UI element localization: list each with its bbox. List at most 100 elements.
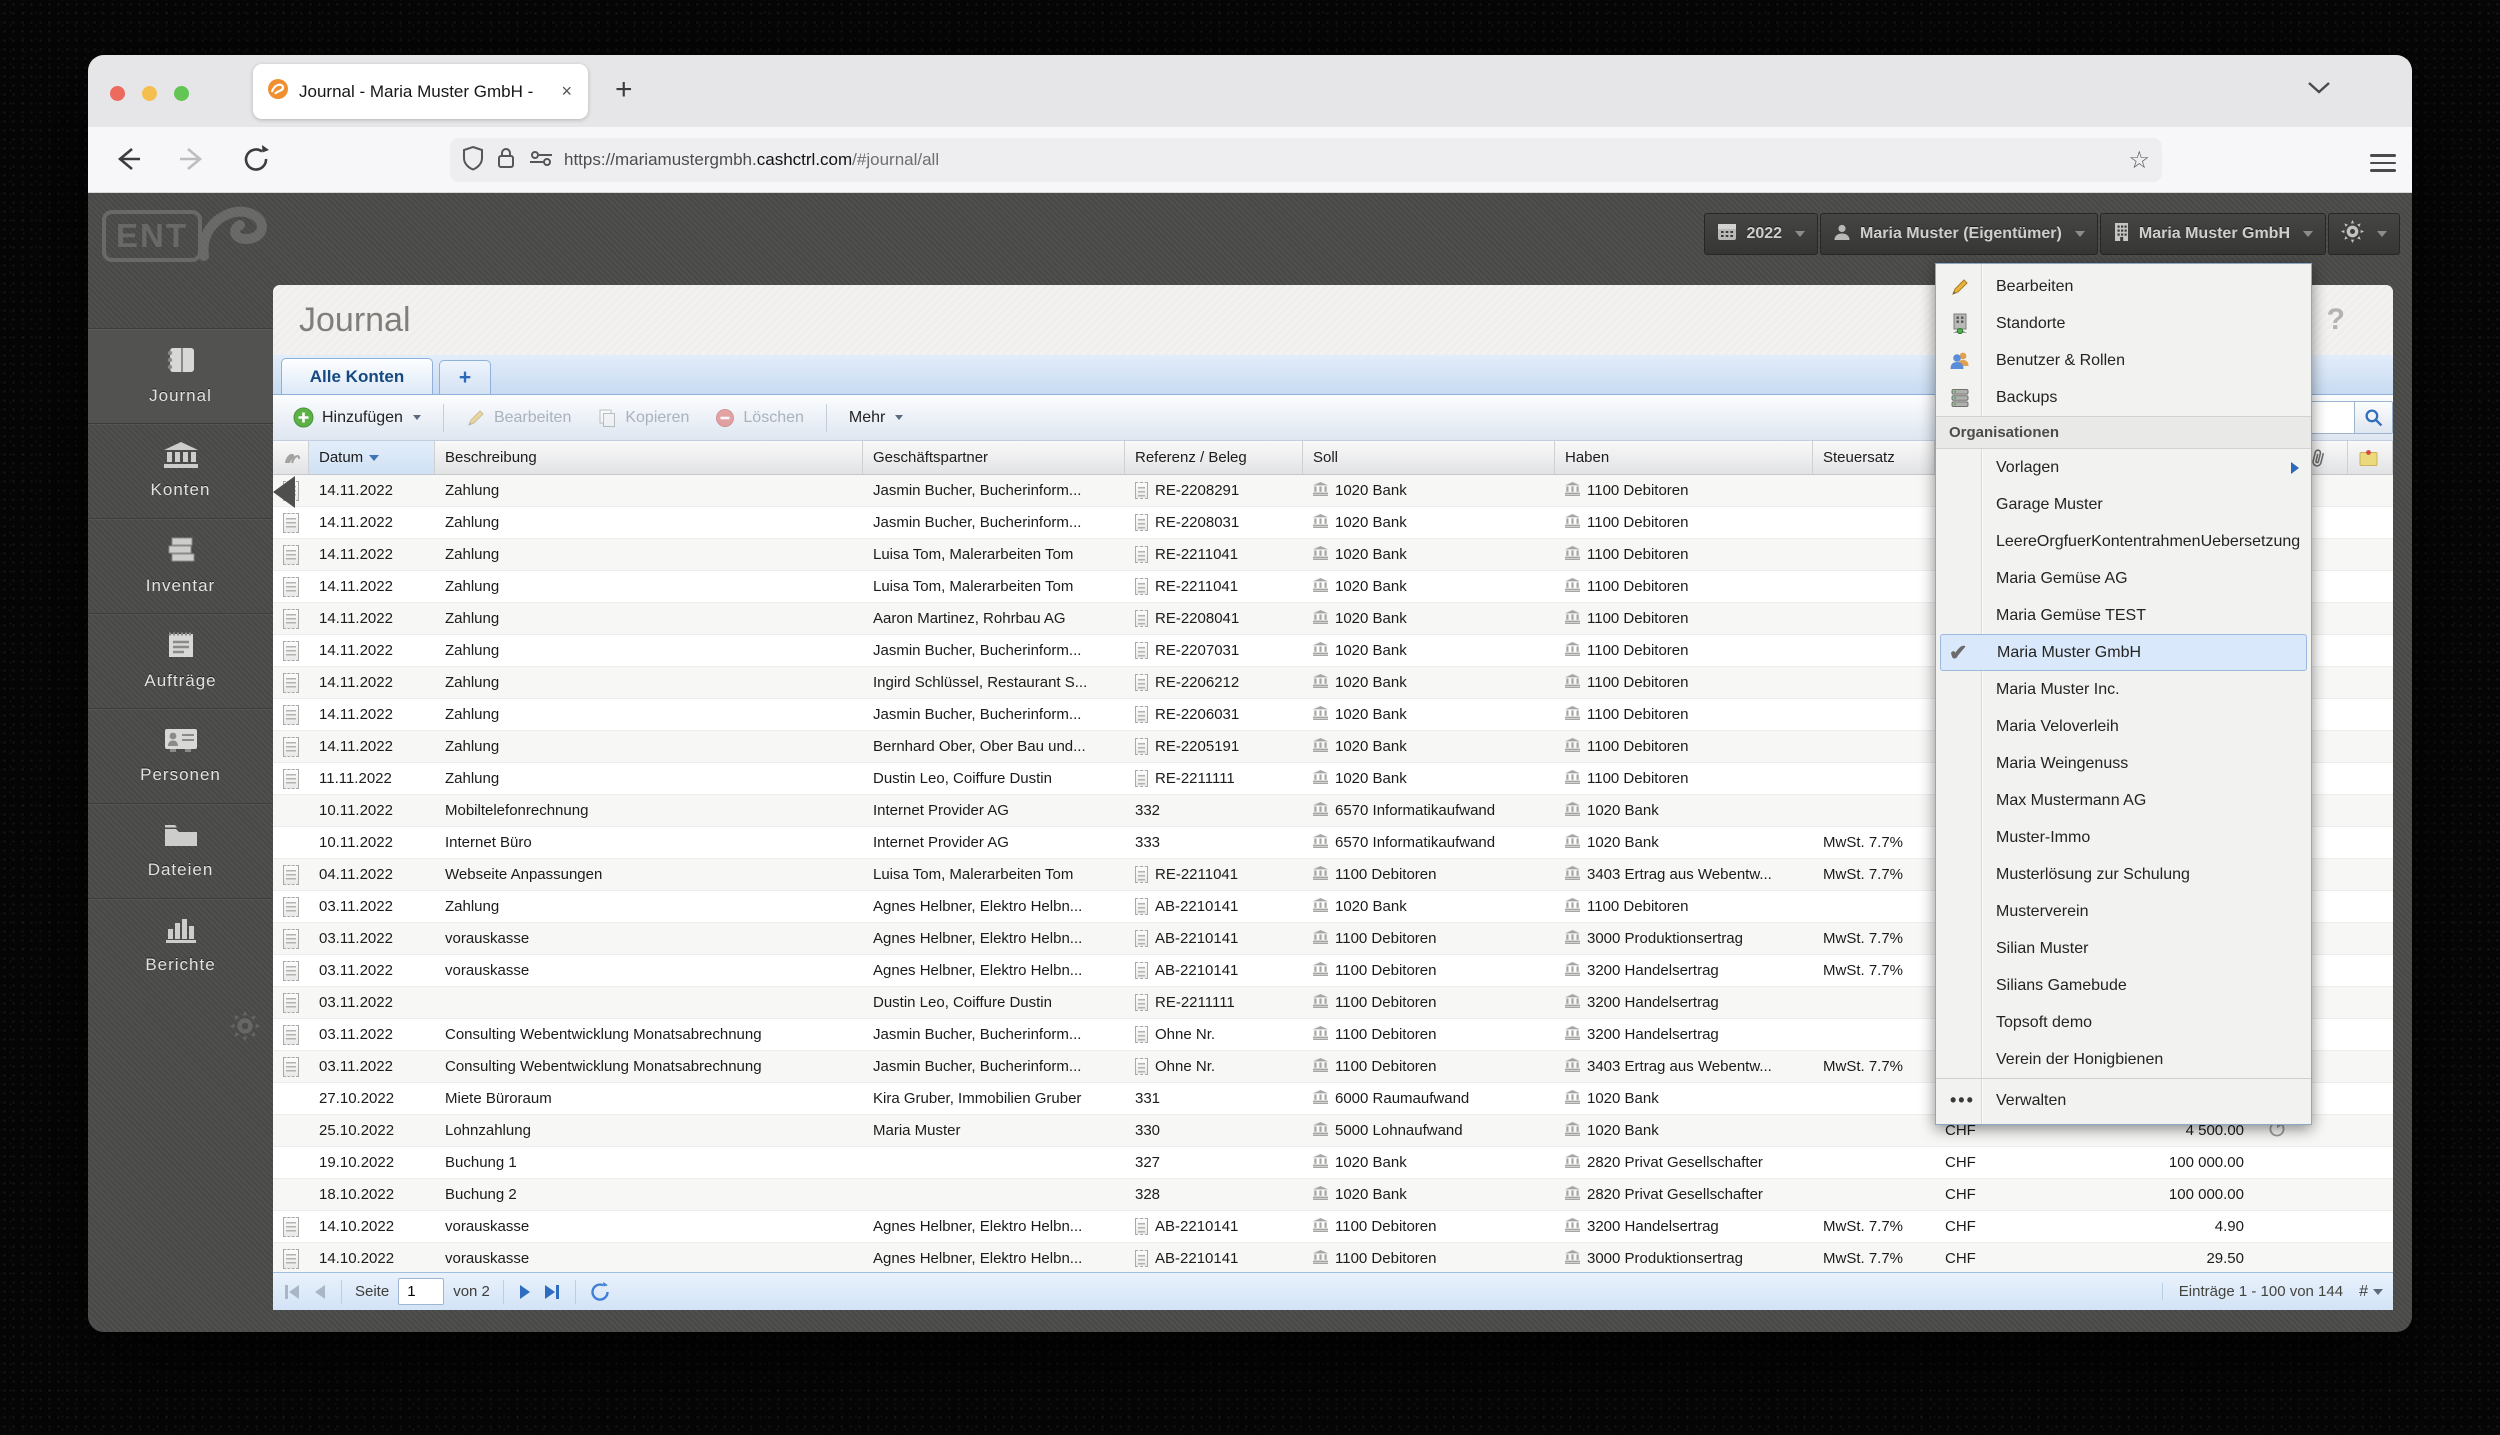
window-zoom-button[interactable]	[174, 86, 189, 101]
menu-item-org-musterl-sung-zur-schulung[interactable]: Musterlösung zur Schulung	[1936, 856, 2311, 893]
date-column-header[interactable]: Datum	[309, 441, 435, 474]
window-minimize-button[interactable]	[142, 86, 157, 101]
search-button[interactable]	[2355, 401, 2393, 434]
entries-per-page-button[interactable]: #	[2359, 1283, 2383, 1301]
debit-column-header[interactable]: Soll	[1303, 441, 1555, 474]
chevron-down-icon	[412, 415, 421, 420]
menu-item-org-max-mustermann-ag[interactable]: Max Mustermann AG	[1936, 782, 2311, 819]
sidebar-settings-gear-icon[interactable]	[230, 1011, 260, 1046]
back-icon[interactable]	[112, 143, 144, 180]
currency-cell: CHF	[1945, 1186, 1976, 1203]
last-page-icon[interactable]	[542, 1283, 562, 1301]
sidebar-item-berichte[interactable]: Berichte	[88, 898, 273, 993]
settings-button[interactable]	[2328, 213, 2400, 255]
permissions-icon[interactable]	[528, 149, 554, 172]
menu-item-org-maria-weingenuss[interactable]: Maria Weingenuss	[1936, 745, 2311, 782]
menu-item-standorte[interactable]: Standorte	[1936, 305, 2311, 342]
forward-icon[interactable]	[176, 143, 208, 180]
tax-column-header[interactable]: Steuersatz	[1813, 441, 1935, 474]
tax-cell: MwSt. 7.7%	[1823, 930, 1904, 947]
window-close-button[interactable]	[110, 86, 125, 101]
chevron-down-icon	[2373, 1288, 2383, 1295]
menu-item-org-musterverein[interactable]: Musterverein	[1936, 893, 2311, 930]
menu-item-org-vorlagen[interactable]: Vorlagen	[1936, 449, 2311, 486]
bookmark-star-icon[interactable]: ☆	[2128, 146, 2150, 175]
sidebar-item-dateien[interactable]: Dateien	[88, 803, 273, 898]
partner-column-header[interactable]: Geschäftspartner	[863, 441, 1125, 474]
add-tab-button[interactable]: +	[439, 360, 491, 394]
document-icon	[1135, 738, 1148, 755]
menu-item-org-maria-veloverleih[interactable]: Maria Veloverleih	[1936, 708, 2311, 745]
partner-cell: Agnes Helbner, Elektro Helbn...	[873, 930, 1083, 947]
menu-item-org-garage-muster[interactable]: Garage Muster	[1936, 486, 2311, 523]
date-cell: 18.10.2022	[319, 1186, 395, 1203]
receipt-icon	[283, 704, 299, 725]
tab-list-chevron-icon[interactable]	[2306, 79, 2332, 100]
date-cell: 14.10.2022	[319, 1250, 395, 1267]
prev-page-icon[interactable]	[312, 1283, 328, 1301]
menu-item-benutzer-rollen[interactable]: Benutzer & Rollen	[1936, 342, 2311, 379]
table-row[interactable]: 18.10.2022 Buchung 2 328 1020 Bank 2820 Priv…	[273, 1179, 2393, 1211]
shield-icon[interactable]	[462, 145, 484, 176]
document-icon	[1135, 962, 1148, 979]
fiscal-year-button[interactable]: 2022	[1704, 213, 1819, 255]
url-bar[interactable]: https://mariamustergmbh.cashctrl.com/#jo…	[450, 138, 2162, 182]
bank-icon	[1565, 865, 1580, 884]
menu-item-org-muster-immo[interactable]: Muster-Immo	[1936, 819, 2311, 856]
more-button[interactable]: Mehr	[839, 403, 913, 433]
menu-item-org-leereorgfuerkontentrahmenuebersetzung[interactable]: LeereOrgfuerKontentrahmenUebersetzung	[1936, 523, 2311, 560]
description-cell: Lohnzahlung	[445, 1122, 531, 1139]
menu-item-org-verein-der-honigbienen[interactable]: Verein der Honigbienen	[1936, 1041, 2311, 1078]
bank-icon	[1313, 1249, 1328, 1268]
first-page-icon[interactable]	[283, 1283, 303, 1301]
user-button[interactable]: Maria Muster (Eigentümer)	[1820, 213, 2098, 255]
browser-tab[interactable]: Journal - Maria Muster GmbH - ×	[253, 64, 588, 119]
menu-item-backups[interactable]: Backups	[1936, 379, 2311, 416]
menu-item-org-silian-muster[interactable]: Silian Muster	[1936, 930, 2311, 967]
table-row[interactable]: 14.10.2022 vorauskasse Agnes Helbner, Elek…	[273, 1211, 2393, 1243]
lock-icon[interactable]	[496, 145, 516, 176]
receipt-icon	[283, 736, 299, 757]
help-icon[interactable]: ?	[2327, 303, 2367, 337]
reference-cell: 330	[1135, 1122, 1161, 1139]
date-cell: 14.11.2022	[319, 674, 393, 691]
reference-column-header[interactable]: Referenz / Beleg	[1125, 441, 1303, 474]
copy-button[interactable]: Kopieren	[587, 402, 699, 434]
description-column-header[interactable]: Beschreibung	[435, 441, 863, 474]
journal-type-column-header[interactable]	[273, 441, 309, 474]
delete-button[interactable]: Löschen	[705, 402, 814, 434]
menu-item-org-silians-gamebude[interactable]: Silians Gamebude	[1936, 967, 2311, 1004]
sidebar-item-label: Journal	[149, 386, 212, 405]
table-row[interactable]: 14.10.2022 vorauskasse Agnes Helbner, Elek…	[273, 1243, 2393, 1272]
add-button[interactable]: Hinzufügen	[283, 401, 431, 434]
menu-item-bearbeiten[interactable]: Bearbeiten	[1936, 268, 2311, 305]
tab-close-icon[interactable]: ×	[559, 81, 574, 102]
note-column-header[interactable]	[2348, 441, 2393, 474]
edit-button[interactable]: Bearbeiten	[456, 402, 581, 434]
sidebar-item-aufträge[interactable]: Aufträge	[88, 613, 273, 708]
refresh-icon[interactable]	[589, 1281, 611, 1303]
menu-item-org-maria-muster-inc-[interactable]: Maria Muster Inc.	[1936, 671, 2311, 708]
credit-column-header[interactable]: Haben	[1555, 441, 1813, 474]
sidebar-item-journal[interactable]: Journal	[88, 328, 273, 423]
organization-button[interactable]: Maria Muster GmbH	[2099, 213, 2326, 255]
menu-hamburger-icon[interactable]	[2370, 149, 2396, 177]
sidebar-item-personen[interactable]: Personen	[88, 708, 273, 803]
credit-cell: 3200 Handelsertrag	[1555, 993, 1813, 1012]
new-tab-button[interactable]: +	[615, 73, 633, 107]
reload-icon[interactable]	[240, 143, 272, 180]
next-page-icon[interactable]	[517, 1283, 533, 1301]
menu-item-org-topsoft-demo[interactable]: Topsoft demo	[1936, 1004, 2311, 1041]
bank-icon	[1313, 833, 1328, 852]
sidebar-item-konten[interactable]: Konten	[88, 423, 273, 518]
menu-item-org-maria-muster-gmbh[interactable]: ✔ Maria Muster GmbH	[1940, 634, 2307, 671]
page-input[interactable]	[398, 1278, 445, 1305]
sidebar-item-inventar[interactable]: Inventar	[88, 518, 273, 613]
tab-alle-konten[interactable]: Alle Konten	[281, 358, 433, 394]
menu-item-verwalten[interactable]: ••• Verwalten	[1936, 1078, 2311, 1122]
table-row[interactable]: 19.10.2022 Buchung 1 327 1020 Bank 2820 Priv…	[273, 1147, 2393, 1179]
menu-item-org-maria-gem-se-ag[interactable]: Maria Gemüse AG	[1936, 560, 2311, 597]
chevron-down-icon	[1795, 231, 1806, 237]
bank-icon	[1565, 673, 1580, 692]
menu-item-org-maria-gem-se-test[interactable]: Maria Gemüse TEST	[1936, 597, 2311, 634]
